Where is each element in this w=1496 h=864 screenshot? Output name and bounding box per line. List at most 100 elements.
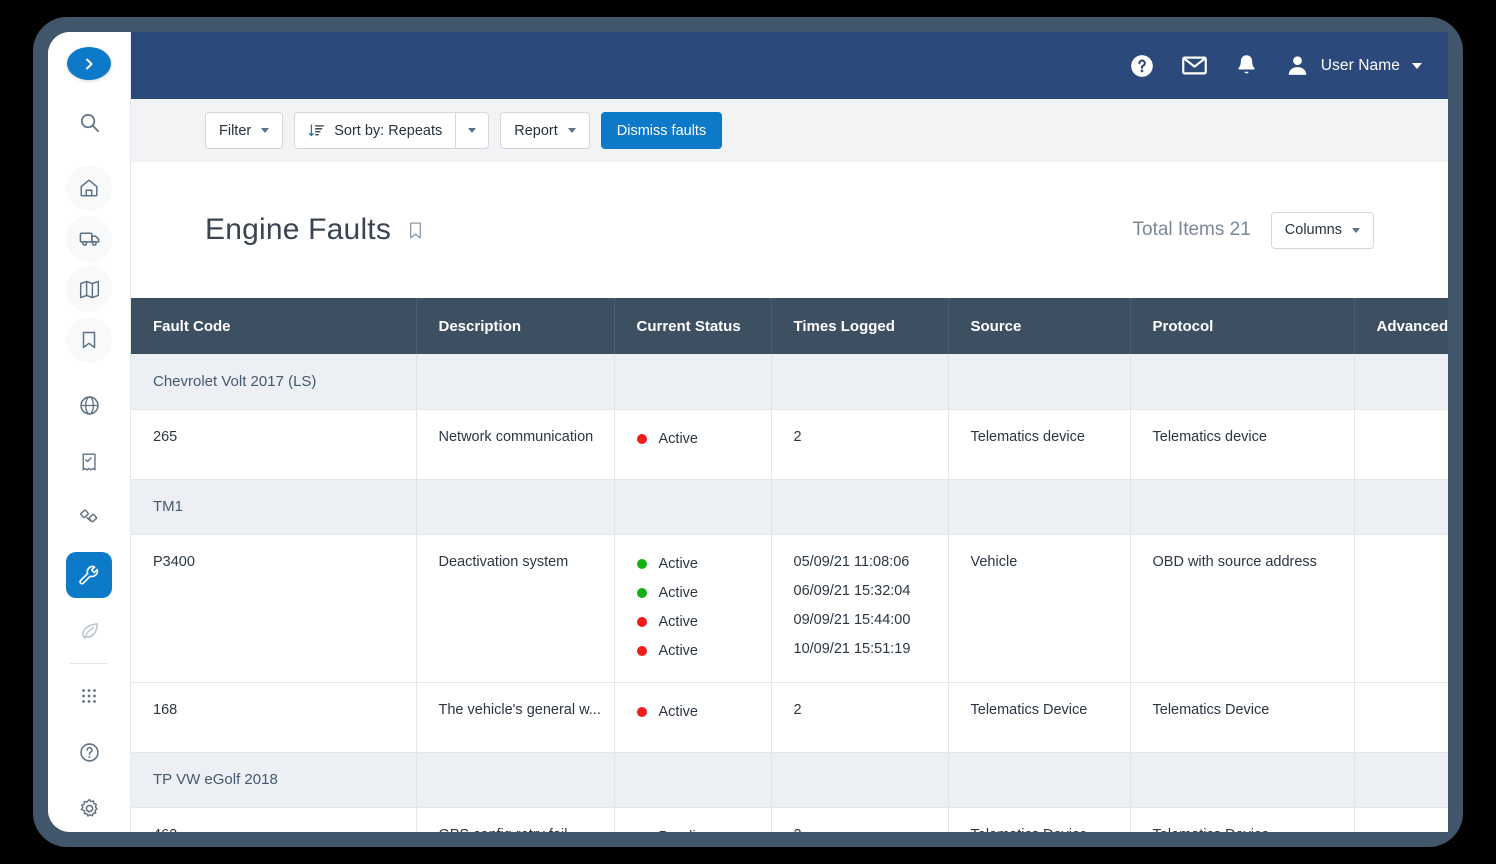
leaf-icon [78,620,101,643]
column-header[interactable]: Fault Code [131,298,416,354]
cell-times-logged: 2 [771,807,948,832]
filter-button[interactable]: Filter [205,112,283,149]
column-header[interactable]: Source [948,298,1130,354]
wrench-icon [77,563,101,587]
column-header[interactable]: Description [416,298,614,354]
sidebar-item-help[interactable] [66,729,112,775]
help-circle-icon [1129,53,1155,79]
cell-times-logged: 05/09/21 11:08:0606/09/21 15:32:0409/09/… [771,534,948,682]
group-empty-cell [614,354,771,409]
status-badge: Active [637,583,771,604]
bookmark-icon [405,220,426,241]
status-dot-icon [637,646,647,656]
toolbar: Filter Sort by: Repeats Report [131,99,1448,162]
cell-current-status: Active Active Active Active [614,534,771,682]
sort-label: Sort by: Repeats [334,123,442,139]
status-label: Active [659,585,699,601]
chevron-down-icon [261,128,269,133]
page-title: Engine Faults [205,213,391,247]
group-empty-cell [948,479,1130,534]
group-empty-cell [416,479,614,534]
user-avatar-icon [1285,53,1310,78]
cell-description: The vehicle's general w... [416,682,614,752]
group-empty-cell [416,354,614,409]
cell-fault-code: 168 [131,682,416,752]
header-messages-button[interactable] [1181,52,1208,79]
status-badge: Active [637,554,771,575]
cell-protocol: Telematics device [1130,409,1354,479]
receipt-icon [78,451,100,473]
group-empty-cell [771,752,948,807]
bookmark-page-button[interactable] [405,220,426,241]
status-dot-icon [637,707,647,717]
sidebar-item-search[interactable] [66,100,112,146]
group-empty-cell [1130,752,1354,807]
timestamp-value: 06/09/21 15:32:04 [794,583,948,604]
sidebar-item-reports[interactable] [66,439,112,485]
table-row[interactable]: P3400Deactivation systemActiveActiveActi… [131,534,1448,682]
bookmark-icon [78,329,100,351]
group-label: TM1 [131,479,416,534]
sidebar-item-settings[interactable] [66,786,112,832]
group-empty-cell [1130,354,1354,409]
header-user-menu[interactable]: User Name [1285,53,1422,78]
report-button[interactable]: Report [500,112,590,149]
status-label: Active [659,614,699,630]
columns-button[interactable]: Columns [1271,212,1374,249]
cell-description: Network communication [416,409,614,479]
column-header[interactable]: Current Status [614,298,771,354]
faults-table: Fault CodeDescriptionCurrent StatusTimes… [131,298,1448,832]
sidebar-item-map[interactable] [66,266,112,312]
chevron-down-icon [1352,228,1360,233]
status-dot-icon [637,588,647,598]
sidebar-item-vehicles[interactable] [66,216,112,262]
chevron-down-icon [1412,63,1422,69]
table-group-row[interactable]: TP VW eGolf 2018 [131,752,1448,807]
group-empty-cell [771,479,948,534]
sidebar-item-bookmarks[interactable] [66,317,112,363]
globe-icon [78,394,101,417]
table-row[interactable]: 265Network communicationActive2Telematic… [131,409,1448,479]
sidebar-item-zones[interactable] [66,382,112,428]
sidebar-item-home[interactable] [66,165,112,211]
sidebar-item-devices[interactable] [66,495,112,541]
dismiss-faults-button[interactable]: Dismiss faults [601,112,722,149]
table-row[interactable]: 462GPS config retry failPending2Telemati… [131,807,1448,832]
chevron-right-icon [81,56,97,72]
column-header[interactable]: Protocol [1130,298,1354,354]
header-help-button[interactable] [1129,53,1155,79]
status-badge: Active [637,612,771,633]
sort-dropdown-toggle[interactable] [455,112,489,149]
sidebar-item-apps[interactable] [66,673,112,719]
status-badge: Active [637,429,771,450]
grid-dots-icon [78,685,100,707]
status-label: Active [659,556,699,572]
column-header[interactable]: Advanced [1354,298,1448,354]
status-label: Active [659,643,699,659]
sort-button[interactable]: Sort by: Repeats [294,112,455,149]
table-group-row[interactable]: TM1 [131,479,1448,534]
table-group-row[interactable]: Chevrolet Volt 2017 (LS) [131,354,1448,409]
user-name-label: User Name [1321,57,1400,75]
group-empty-cell [1354,479,1448,534]
cell-times-logged: 2 [771,409,948,479]
faults-table-container[interactable]: Fault CodeDescriptionCurrent StatusTimes… [131,298,1448,832]
chevron-down-icon [568,128,576,133]
cell-times-logged: 2 [771,682,948,752]
truck-icon [78,227,101,250]
sidebar-item-maintenance[interactable] [66,552,112,598]
status-label: Active [659,431,699,447]
gear-icon [78,797,101,820]
cell-protocol: Telematics Device [1130,682,1354,752]
cell-source: Telematics Device [948,807,1130,832]
sidebar-expand-button[interactable] [67,47,111,80]
cell-advanced [1354,682,1448,752]
sidebar-item-sustainability[interactable] [66,608,112,654]
columns-label: Columns [1285,222,1342,238]
header-notifications-button[interactable] [1234,53,1259,78]
group-empty-cell [614,479,771,534]
sidebar [48,32,131,832]
table-row[interactable]: 168The vehicle's general w...Active2Tele… [131,682,1448,752]
group-empty-cell [1130,479,1354,534]
column-header[interactable]: Times Logged [771,298,948,354]
